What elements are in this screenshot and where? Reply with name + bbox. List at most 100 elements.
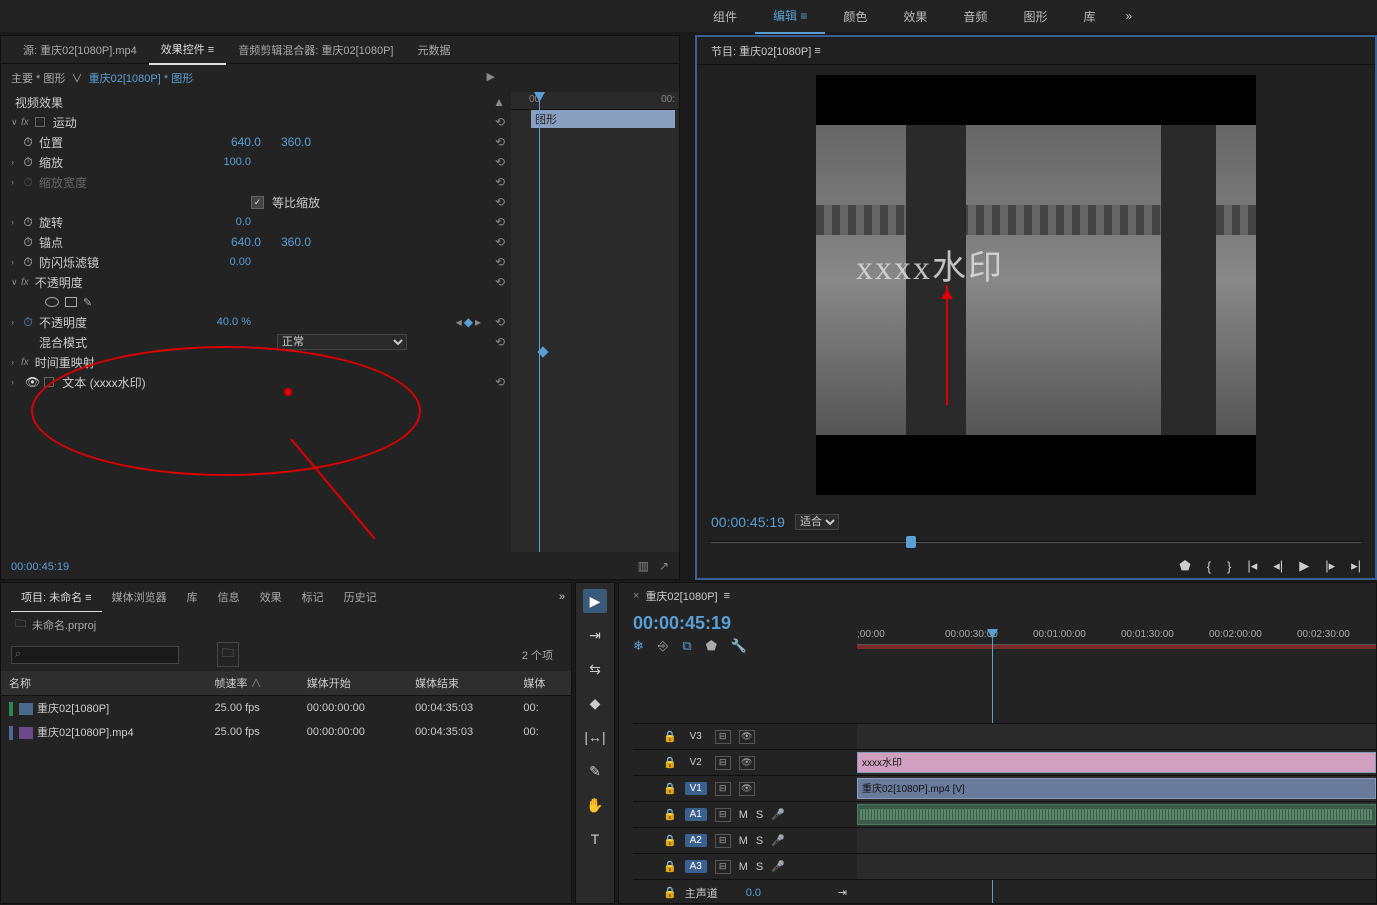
ws-tab-audio[interactable]: 音频 <box>945 0 1005 33</box>
text-layer-section[interactable]: ›👁 文本 (xxxx水印) ⟲ <box>1 372 511 392</box>
lock-icon[interactable]: 🔒 <box>663 860 677 873</box>
ec-tab-source[interactable]: 源: 重庆02[1080P].mp4 <box>11 36 149 64</box>
ws-more-icon[interactable]: » <box>1113 1 1144 31</box>
slip-tool-icon[interactable]: |↔| <box>583 725 607 749</box>
col-media[interactable]: 媒体 <box>515 671 571 696</box>
ripple-tool-icon[interactable]: ⇆ <box>583 657 607 681</box>
ec-clip[interactable]: 图形 <box>531 110 675 128</box>
mic-icon[interactable]: 🎤 <box>771 834 785 847</box>
timeline-clip[interactable]: xxxx水印 <box>857 752 1376 773</box>
toggle-eye-icon[interactable]: 👁 <box>739 782 755 796</box>
lock-icon[interactable]: 🔒 <box>663 782 677 795</box>
program-canvas[interactable]: xxxx水印 <box>816 75 1256 495</box>
toggle-output-icon[interactable]: ⊟ <box>715 730 731 744</box>
reset-icon[interactable]: ⟲ <box>495 115 505 129</box>
proj-tab-project[interactable]: 项目: 未命名 ≡ <box>11 583 102 612</box>
anchor-y[interactable]: 360.0 <box>281 235 311 249</box>
antiflicker-value[interactable]: 0.00 <box>230 256 251 268</box>
linked-icon[interactable]: ⧉ <box>682 638 691 654</box>
step-back-icon[interactable]: ◂| <box>1273 558 1283 574</box>
proj-tab-info[interactable]: 信息 <box>208 583 250 611</box>
lock-icon[interactable]: 🔒 <box>663 808 677 821</box>
position-y[interactable]: 360.0 <box>281 135 311 149</box>
timeline-clip[interactable]: 重庆02[1080P].mp4 [V] <box>857 778 1376 799</box>
mic-icon[interactable]: 🎤 <box>771 808 785 821</box>
col-fps[interactable]: 帧速率 ∧ <box>207 671 299 696</box>
search-input[interactable] <box>11 646 179 664</box>
proj-tab-lib[interactable]: 库 <box>177 583 208 611</box>
hand-tool-icon[interactable]: ✋ <box>583 793 607 817</box>
lock-icon[interactable]: 🔒 <box>663 730 677 743</box>
mute-icon[interactable]: ⊟ <box>715 808 731 822</box>
proj-more-icon[interactable]: » <box>553 585 571 609</box>
zoom-select[interactable]: 适合 <box>795 514 839 530</box>
snap-icon[interactable]: ❄ <box>633 638 644 654</box>
ws-tab-library[interactable]: 库 <box>1065 0 1113 33</box>
ws-tab-effects[interactable]: 效果 <box>885 0 945 33</box>
out-point-icon[interactable]: } <box>1227 559 1231 574</box>
reset-icon[interactable]: ⟲ <box>495 375 505 389</box>
proj-tab-media[interactable]: 媒体浏览器 <box>102 583 177 611</box>
blend-mode-select[interactable]: 正常 <box>277 334 407 350</box>
ec-tab-audiomixer[interactable]: 音频剪辑混合器: 重庆02[1080P] <box>226 36 405 64</box>
reset-icon[interactable]: ⟲ <box>495 215 505 229</box>
lock-icon[interactable]: 🔒 <box>663 834 677 847</box>
col-end[interactable]: 媒体结束 <box>407 671 515 696</box>
mute-icon[interactable]: ⊟ <box>715 860 731 874</box>
timeremap-section[interactable]: ›fx 时间重映射 <box>1 352 511 372</box>
type-tool-icon[interactable]: T <box>583 827 607 851</box>
close-icon[interactable]: × <box>633 590 639 602</box>
table-row[interactable]: 重庆02[1080P] 25.00 fps00:00:00:0000:04:35… <box>1 696 571 721</box>
ec-tab-effectcontrols[interactable]: 效果控件 ≡ <box>149 35 226 65</box>
in-point-icon[interactable]: { <box>1207 559 1211 574</box>
program-scrubber[interactable] <box>711 536 1361 548</box>
track-select-tool-icon[interactable]: ⇥ <box>583 623 607 647</box>
scale-value[interactable]: 100.0 <box>223 156 251 168</box>
ws-tab-color[interactable]: 颜色 <box>825 0 885 33</box>
col-name[interactable]: 名称 <box>1 671 207 696</box>
toggle-eye-icon[interactable]: 👁 <box>739 756 755 770</box>
table-row[interactable]: 重庆02[1080P].mp4 25.00 fps00:00:00:0000:0… <box>1 720 571 744</box>
ws-tab-components[interactable]: 组件 <box>695 0 755 33</box>
proj-tab-mark[interactable]: 标记 <box>292 583 334 611</box>
lock-icon[interactable]: 🔒 <box>663 886 677 899</box>
mute-icon[interactable]: ⊟ <box>715 834 731 848</box>
program-timecode[interactable]: 00:00:45:19 <box>711 514 785 530</box>
rotation-value[interactable]: 0.0 <box>236 216 251 228</box>
collapse-icon[interactable]: ⇥ <box>838 886 847 899</box>
wrench-icon[interactable]: 🔧 <box>731 638 747 654</box>
reset-icon[interactable]: ⟲ <box>495 155 505 169</box>
selection-tool-icon[interactable]: ▶ <box>583 589 607 613</box>
master-level[interactable]: 0.0 <box>746 887 761 899</box>
col-start[interactable]: 媒体开始 <box>299 671 407 696</box>
ec-playhead[interactable] <box>539 92 540 552</box>
scrub-handle[interactable] <box>906 536 916 548</box>
reset-icon[interactable]: ⟲ <box>495 315 505 329</box>
ec-timecode[interactable]: 00:00:45:19 <box>11 561 69 573</box>
keyframe-nav[interactable]: ◂ ◆ ▸ <box>456 315 481 329</box>
marker-tool-icon[interactable]: ⬟ <box>706 638 717 654</box>
folder-icon[interactable]: 🗀 <box>15 615 26 634</box>
new-bin-icon[interactable]: 🗀 <box>217 642 239 667</box>
reset-icon[interactable]: ⟲ <box>495 195 505 209</box>
reset-icon[interactable]: ⟲ <box>495 255 505 269</box>
goto-out-icon[interactable]: ▸| <box>1351 558 1361 574</box>
ws-tab-edit[interactable]: 编辑 ≡ <box>755 0 825 34</box>
opacity-section[interactable]: ∨fx 不透明度 ⟲ <box>1 272 511 292</box>
reset-icon[interactable]: ⟲ <box>495 275 505 289</box>
pen-mask-icon[interactable]: ✎ <box>83 296 95 309</box>
position-x[interactable]: 640.0 <box>231 135 261 149</box>
reset-icon[interactable]: ⟲ <box>495 135 505 149</box>
ec-tab-metadata[interactable]: 元数据 <box>406 36 463 64</box>
opacity-value[interactable]: 40.0 % <box>217 316 251 328</box>
pen-tool-icon[interactable]: ✎ <box>583 759 607 783</box>
uniform-scale-checkbox[interactable]: ✓ <box>251 196 264 209</box>
magnet-icon[interactable]: ⎆ <box>658 638 668 654</box>
toggle-output-icon[interactable]: ⊟ <box>715 782 731 796</box>
ellipse-mask-icon[interactable] <box>45 297 59 307</box>
toggle-eye-icon[interactable]: 👁 <box>739 730 755 744</box>
reset-icon[interactable]: ⟲ <box>495 235 505 249</box>
rect-mask-icon[interactable] <box>65 297 77 307</box>
razor-tool-icon[interactable]: ◆ <box>583 691 607 715</box>
proj-tab-fx[interactable]: 效果 <box>250 583 292 611</box>
